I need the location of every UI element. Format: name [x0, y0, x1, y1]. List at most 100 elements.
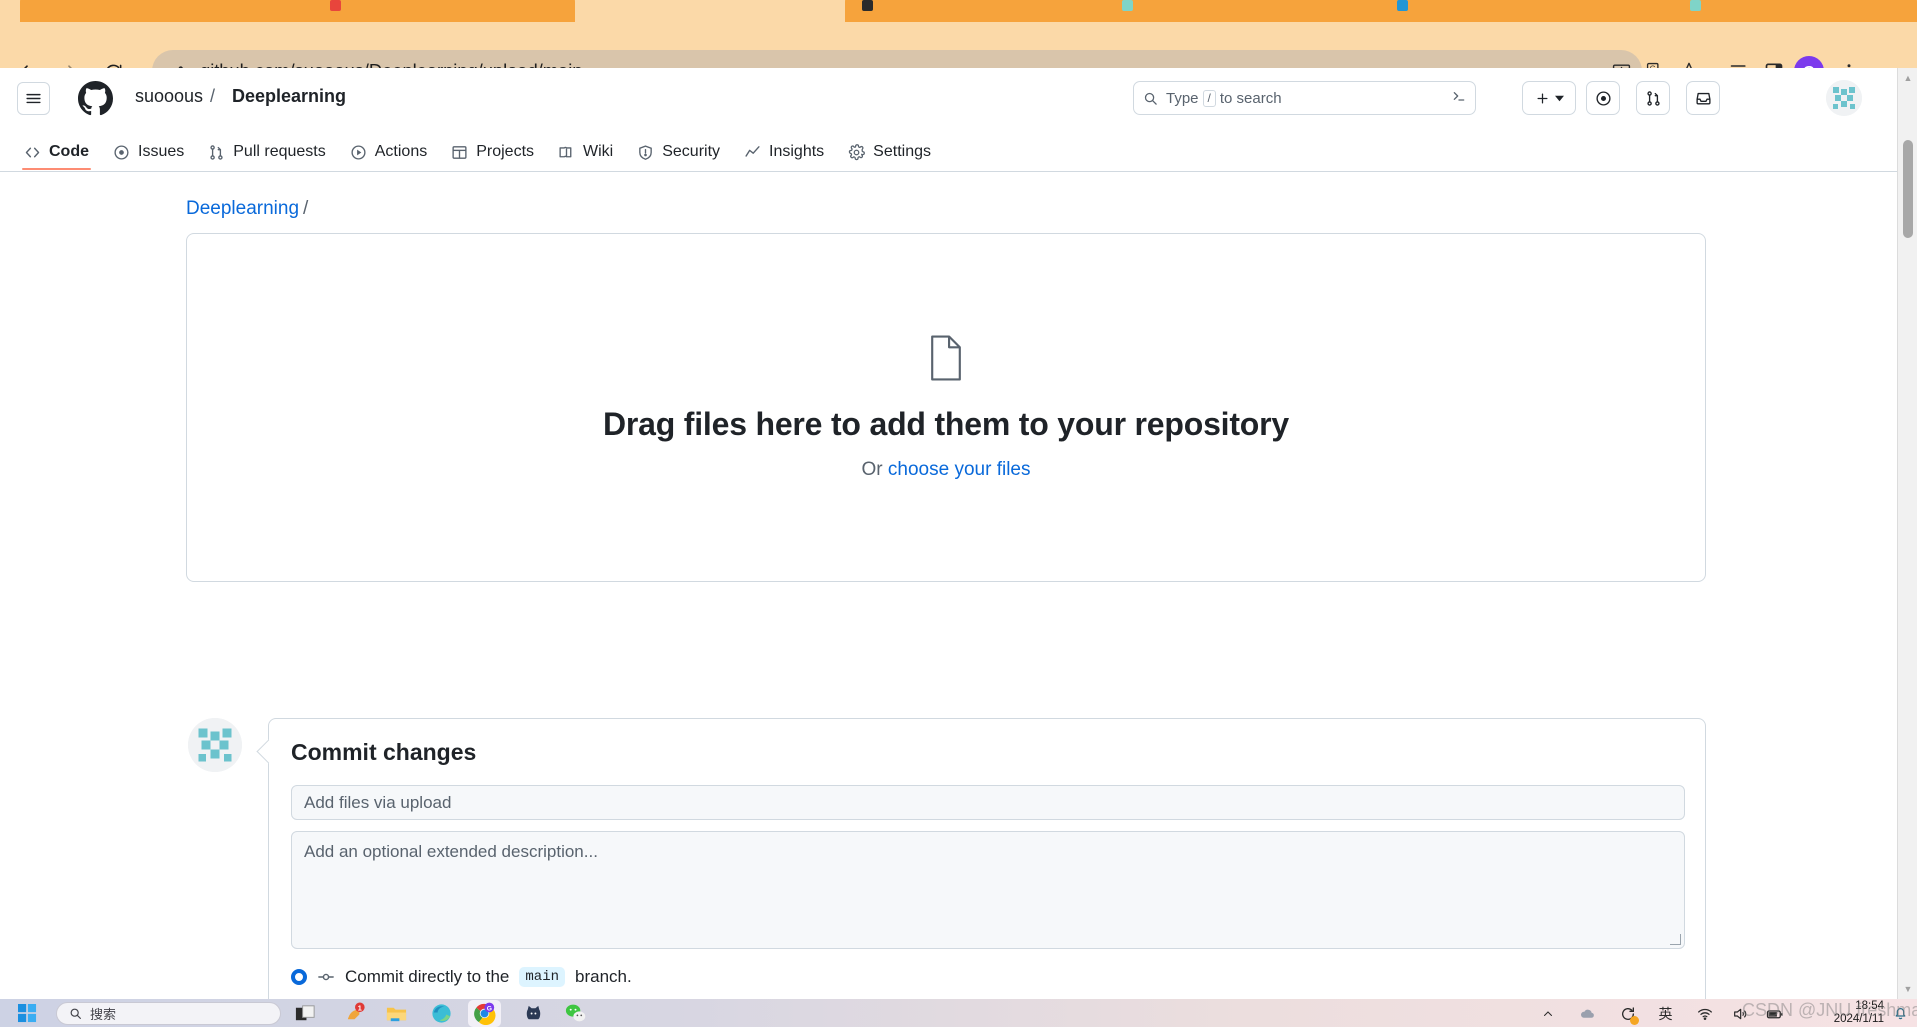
page-viewport: suooous / Deeplearning Type / to search	[0, 68, 1897, 999]
google-chrome-icon[interactable]: G	[473, 1002, 496, 1026]
tab-actions[interactable]: Actions	[340, 128, 437, 170]
issue-opened-icon	[113, 144, 130, 161]
shield-icon	[637, 144, 654, 161]
plus-icon	[1537, 93, 1547, 103]
file-dropzone[interactable]: Drag files here to add them to your repo…	[186, 233, 1706, 582]
show-hidden-icons-chevron[interactable]	[1538, 1004, 1557, 1023]
book-icon	[558, 144, 575, 161]
tab-favicon	[1690, 0, 1701, 11]
tab-favicon	[862, 0, 873, 11]
browser-tab-strip	[0, 0, 1917, 22]
tab-security[interactable]: Security	[627, 128, 730, 170]
git-pull-request-icon	[208, 144, 225, 161]
radio-commit-directly[interactable]	[291, 969, 307, 985]
search-slash-key: /	[1202, 89, 1216, 107]
tab-favicon	[1397, 0, 1408, 11]
ime-language-icon[interactable]: 英	[1656, 1004, 1675, 1023]
wifi-icon[interactable]	[1695, 1004, 1714, 1023]
tab-label: Security	[662, 143, 721, 160]
tab-label: Wiki	[583, 143, 614, 160]
commit-directly-option[interactable]: Commit directly to the main branch.	[291, 967, 632, 987]
browser-tab-group-left[interactable]	[20, 0, 575, 22]
scrollbar-up-arrow[interactable]: ▲	[1898, 68, 1917, 88]
github-header: suooous / Deeplearning Type / to search	[0, 68, 1897, 128]
repo-owner-link[interactable]: suooous	[135, 86, 203, 107]
dropzone-title: Drag files here to add them to your repo…	[602, 405, 1290, 442]
terminal-icon[interactable]	[1451, 88, 1467, 108]
clock-date: 2024/1/11	[1833, 1013, 1884, 1025]
windows-update-icon[interactable]	[1618, 1004, 1639, 1025]
scrollbar-thumb[interactable]	[1903, 140, 1913, 238]
tab-wiki[interactable]: Wiki	[548, 128, 623, 170]
search-placeholder-pre: Type	[1166, 89, 1199, 107]
notifications-button[interactable]	[1686, 81, 1720, 115]
search-icon	[69, 1007, 82, 1020]
tab-favicon	[1122, 0, 1133, 11]
breadcrumb-repo-link[interactable]: Deeplearning	[186, 198, 299, 219]
github-logo-icon[interactable]	[78, 81, 113, 116]
tab-code[interactable]: Code	[14, 128, 99, 170]
pull-requests-button[interactable]	[1636, 81, 1670, 115]
taskbar-clock[interactable]: 18:54 2024/1/11	[1808, 999, 1884, 1027]
tab-label: Insights	[769, 143, 825, 160]
file-explorer-icon[interactable]	[385, 1002, 408, 1025]
file-icon	[927, 334, 965, 386]
tab-issues[interactable]: Issues	[103, 128, 194, 170]
browser-tab-gap	[575, 0, 845, 22]
gear-icon	[848, 143, 866, 161]
battery-icon[interactable]	[1765, 1004, 1784, 1023]
windows-taskbar: 搜索 1 G 英 18:54 2024/1/11	[0, 999, 1917, 1027]
volume-icon[interactable]	[1730, 1004, 1749, 1023]
ime-label: 英	[1658, 1005, 1673, 1022]
issues-button[interactable]	[1586, 81, 1620, 115]
tab-projects[interactable]: Projects	[441, 128, 544, 170]
microsoft-edge-icon[interactable]	[430, 1002, 453, 1025]
git-pull-request-icon	[1646, 90, 1660, 106]
browser-tab-group-right[interactable]	[845, 0, 1917, 22]
tab-label: Issues	[138, 143, 185, 160]
commit-description-input[interactable]: Add an optional extended description...	[291, 831, 1685, 949]
tab-label: Pull requests	[233, 143, 326, 160]
breadcrumb-separator: /	[303, 198, 309, 219]
dropzone-or-text: Or	[861, 458, 888, 480]
repo-name-link[interactable]: Deeplearning	[232, 86, 346, 107]
navigation-menu-button[interactable]	[17, 82, 50, 115]
code-icon	[24, 144, 41, 161]
task-view-icon[interactable]	[294, 1002, 317, 1025]
commit-message-input[interactable]: Add files via upload	[291, 785, 1685, 820]
dropzone-subtitle: Or choose your files	[862, 459, 1031, 481]
git-commit-icon	[317, 968, 335, 986]
branch-name-chip: main	[519, 967, 565, 987]
tab-insights[interactable]: Insights	[734, 128, 834, 170]
commit-panel-title: Commit changes	[291, 739, 477, 765]
bell-icon[interactable]	[1892, 1004, 1909, 1021]
commit-directly-text-after: branch.	[575, 967, 632, 986]
browser-toolbar: github.com/suooous/Deeplearning/upload/m…	[0, 22, 1917, 92]
chevron-down-icon	[1554, 95, 1564, 101]
create-new-button[interactable]	[1522, 81, 1576, 115]
cat-app-icon[interactable]	[522, 1002, 545, 1025]
clock-time: 18:54	[1855, 1000, 1884, 1012]
taskbar-search-placeholder: 搜索	[90, 1007, 117, 1022]
wechat-icon[interactable]	[564, 1002, 587, 1025]
onedrive-cloud-icon[interactable]	[1578, 1004, 1597, 1023]
start-button[interactable]	[18, 1004, 37, 1023]
svg-text:1: 1	[358, 1004, 363, 1013]
inbox-icon	[1695, 92, 1711, 104]
search-input[interactable]: Type / to search	[1133, 81, 1476, 115]
search-placeholder: Type / to search	[1166, 89, 1282, 107]
search-icon	[1143, 91, 1158, 106]
tab-pull-requests[interactable]: Pull requests	[198, 128, 336, 170]
user-avatar[interactable]	[1826, 80, 1862, 116]
scrollbar-down-arrow[interactable]: ▼	[1898, 979, 1917, 999]
svg-text:G: G	[487, 1006, 492, 1013]
taskbar-search-box[interactable]: 搜索	[56, 1002, 281, 1025]
tab-label: Actions	[374, 143, 428, 160]
choose-files-link[interactable]: choose your files	[888, 459, 1031, 480]
owner-repo-separator: /	[210, 86, 216, 106]
page-scrollbar[interactable]: ▲ ▼	[1897, 68, 1917, 999]
search-placeholder-post: to search	[1219, 89, 1282, 107]
microsoft-store-icon[interactable]: 1	[344, 1002, 367, 1025]
tab-settings[interactable]: Settings	[838, 128, 941, 170]
tab-label: Code	[49, 143, 89, 160]
